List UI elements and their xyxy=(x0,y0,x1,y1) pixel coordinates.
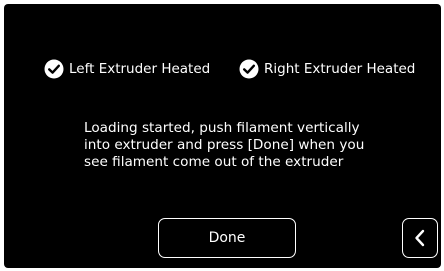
left-extruder-status-label: Left Extruder Heated xyxy=(69,61,211,77)
back-button[interactable] xyxy=(402,218,438,258)
done-button-label: Done xyxy=(208,230,246,246)
left-extruder-status: Left Extruder Heated xyxy=(44,59,210,79)
check-circle-icon xyxy=(239,59,259,79)
right-extruder-status-label: Right Extruder Heated xyxy=(264,61,416,77)
filament-load-screen: Left Extruder Heated Right Extruder Heat… xyxy=(4,4,441,268)
right-extruder-status: Right Extruder Heated xyxy=(239,59,415,79)
instruction-message: Loading started, push filament verticall… xyxy=(84,120,365,170)
done-button[interactable]: Done xyxy=(158,218,296,258)
check-circle-icon xyxy=(44,59,64,79)
chevron-left-icon xyxy=(413,229,427,247)
